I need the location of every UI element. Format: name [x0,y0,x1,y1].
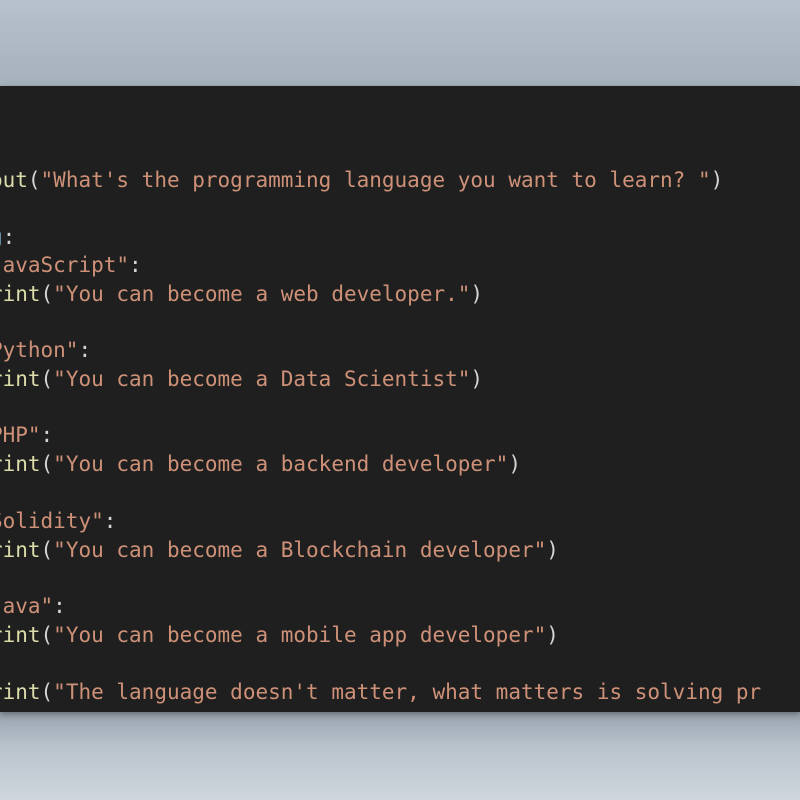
code-token: "You can become a web developer." [53,282,471,306]
code-line-case-solidity: e "Solidity": [0,507,116,535]
code-line-print-blockchain-developer: print("You can become a Blockchain devel… [0,536,559,564]
code-token: ( [40,538,54,562]
code-token: ( [40,367,54,391]
code-line-print-backend-developer: print("You can become a backend develope… [0,450,521,478]
code-token: "You can become a backend developer" [53,452,509,476]
code-token: ) [470,282,484,306]
code-token: input [0,168,28,192]
code-token: ) [470,367,484,391]
code-token: ) [508,452,521,476]
code-token: "What's the programming language you wan… [40,168,711,192]
background-lower [0,712,800,800]
code-token: ( [27,168,41,192]
code-token: : [103,509,117,533]
code-token: "The language doesn't matter, what matte… [53,680,762,704]
code-token: print [0,538,41,562]
code-token: "You can become a mobile app developer" [53,623,547,647]
code-token: "JavaScript" [0,253,130,277]
code-token: : [40,423,54,447]
code-line-print-mobile-developer: print("You can become a mobile app devel… [0,621,559,649]
code-line-case-php: e "PHP": [0,421,53,449]
code-token: ( [40,452,54,476]
code-token: print [0,623,41,647]
code-token: : [2,225,16,249]
code-token: "PHP" [0,423,41,447]
code-token: : [0,651,3,675]
code-token: : [129,253,142,277]
code-token: ( [40,680,54,704]
code-line-print-data-scientist: print("You can become a Data Scientist") [0,365,483,393]
code-token: print [0,452,41,476]
code-line-match-lang: lang: [0,223,15,251]
code-token: ) [710,168,724,192]
code-token: print [0,282,41,306]
code-line-case-java: e "Java": [0,592,66,620]
code-token: ) [546,538,559,562]
code-editor[interactable]: linput("What's the programming language … [0,86,800,712]
code-token: : [78,338,92,362]
code-line-case-javascript: e "JavaScript": [0,251,142,279]
code-token: "Java" [0,594,54,618]
code-line-input: linput("What's the programming language … [0,166,723,194]
code-token: print [0,680,41,704]
code-line-print-web-developer: print("You can become a web developer.") [0,280,483,308]
code-token: "You can become a Blockchain developer" [53,538,547,562]
code-token: ( [40,282,54,306]
code-token: "Python" [0,338,79,362]
code-token: ) [546,623,559,647]
code-token: "You can become a Data Scientist" [53,367,471,391]
code-token: ( [40,623,54,647]
code-line-case-default: e _: [0,649,3,677]
code-token: "Solidity" [0,509,104,533]
code-token: print [0,367,41,391]
code-line-case-python: e "Python": [0,336,91,364]
code-line-print-language-doesnt-matter: print("The language doesn't matter, what… [0,678,761,706]
code-token: : [53,594,66,618]
